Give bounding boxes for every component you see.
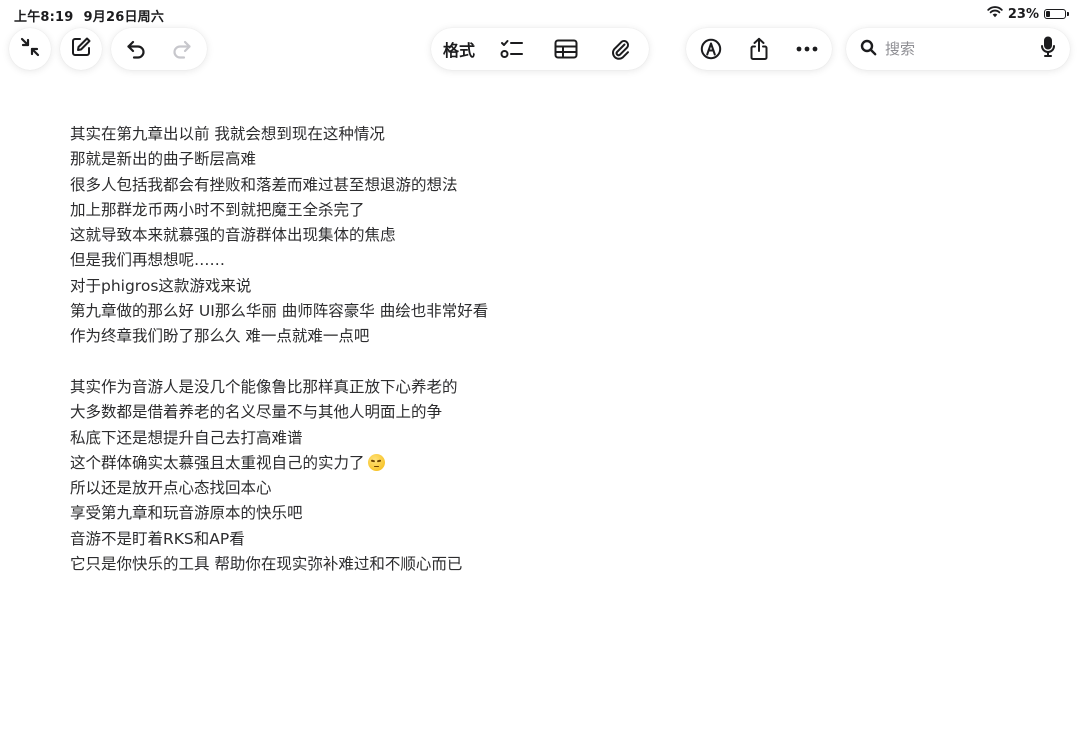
- note-line: 作为终章我们盼了那么久 难一点就难一点吧: [70, 324, 970, 349]
- undo-redo-group: [111, 28, 207, 70]
- note-line: 它只是你快乐的工具 帮助你在现实弥补难过和不顺心而已: [70, 552, 970, 577]
- actions-toolbar: [686, 28, 832, 70]
- emoji-mouth: [373, 465, 379, 468]
- note-line-text: 它只是你快乐的工具 帮助你在现实弥补难过和不顺心而已: [70, 555, 463, 574]
- note-line: 很多人包括我都会有挫败和落差而难过甚至想退游的想法: [70, 173, 970, 198]
- format-toolbar: 格式: [431, 28, 649, 70]
- markup-pen-icon: [700, 38, 722, 60]
- note-line: 对于phigros这款游戏来说: [70, 274, 970, 299]
- redo-icon: [171, 38, 193, 60]
- note-line: 那就是新出的曲子断层高难: [70, 147, 970, 172]
- more-button[interactable]: [788, 30, 826, 68]
- note-line: 其实作为音游人是没几个能像鲁比那样真正放下心养老的: [70, 375, 970, 400]
- note-line-text: 这个群体确实太慕强且太重视自己的实力了: [70, 453, 365, 472]
- table-button[interactable]: [547, 30, 585, 68]
- note-line-text: 但是我们再想想呢……: [70, 251, 226, 270]
- compose-button[interactable]: [60, 28, 102, 70]
- note-line: 这就导致本来就慕强的音游群体出现集体的焦虑: [70, 223, 970, 248]
- note-line-text: 私底下还是想提升自己去打高难谱: [70, 428, 303, 447]
- search-bar: [846, 28, 1070, 70]
- redo-button[interactable]: [163, 30, 201, 68]
- checklist-button[interactable]: [493, 30, 531, 68]
- battery-level: [1046, 11, 1050, 17]
- undo-icon: [125, 38, 147, 60]
- note-line-text: 这就导致本来就慕强的音游群体出现集体的焦虑: [70, 226, 396, 245]
- note-line: 所以还是放开点心态找回本心: [70, 476, 970, 501]
- wifi-icon: [987, 6, 1003, 22]
- attachment-button[interactable]: [601, 30, 639, 68]
- note-line-text: 加上那群龙币两小时不到就把魔王全杀完了: [70, 200, 365, 219]
- note-line: 加上那群龙币两小时不到就把魔王全杀完了: [70, 198, 970, 223]
- note-line: 大多数都是借着养老的名义尽量不与其他人明面上的争: [70, 400, 970, 425]
- note-line-text: 享受第九章和玩音游原本的快乐吧: [70, 504, 303, 523]
- note-line-text: 其实在第九章出以前 我就会想到现在这种情况: [70, 125, 385, 143]
- note-line: 音游不是盯着RKS和AP看: [70, 527, 970, 552]
- status-right: 23%: [987, 6, 1069, 22]
- note-body[interactable]: 其实在第九章出以前 我就会想到现在这种情况 那就是新出的曲子断层高难很多人包括我都…: [70, 122, 970, 577]
- format-button[interactable]: 格式: [431, 37, 481, 61]
- note-line: 私底下还是想提升自己去打高难谱: [70, 426, 970, 451]
- share-icon: [748, 37, 770, 61]
- note-line: 享受第九章和玩音游原本的快乐吧: [70, 501, 970, 526]
- compose-icon: [70, 36, 92, 62]
- more-icon: [796, 46, 818, 52]
- note-line: 其实在第九章出以前 我就会想到现在这种情况: [70, 122, 970, 147]
- status-time: 上午8:19: [14, 10, 74, 25]
- note-line-text: 所以还是放开点心态找回本心: [70, 479, 272, 498]
- paperclip-icon: [609, 38, 631, 60]
- note-line-text: 大多数都是借着养老的名义尽量不与其他人明面上的争: [70, 403, 443, 422]
- microphone-icon: [1040, 36, 1056, 62]
- note-line: 第九章做的那么好 UI那么华丽 曲师阵容豪华 曲绘也非常好看: [70, 299, 970, 324]
- table-icon: [554, 39, 578, 59]
- share-button[interactable]: [740, 30, 778, 68]
- note-line-text: 作为终章我们盼了那么久 难一点就难一点吧: [70, 327, 370, 346]
- pensive-face-emoji: [367, 453, 385, 471]
- status-date: 9月26日周六: [83, 10, 165, 25]
- note-line-text: 那就是新出的曲子断层高难: [70, 150, 257, 169]
- search-icon: [860, 39, 877, 60]
- note-line-text: 对于phigros这款游戏来说: [70, 276, 252, 295]
- note-line-text: 很多人包括我都会有挫败和落差而难过甚至想退游的想法: [70, 175, 458, 194]
- microphone-button[interactable]: [1040, 36, 1056, 62]
- markup-button[interactable]: [692, 30, 730, 68]
- collapse-button[interactable]: [9, 28, 51, 70]
- undo-button[interactable]: [117, 30, 155, 68]
- note-line: 但是我们再想想呢……: [70, 248, 970, 273]
- battery-icon: [1044, 9, 1069, 19]
- note-line: 这个群体确实太慕强且太重视自己的实力了: [70, 451, 970, 476]
- note-line-text: 其实作为音游人是没几个能像鲁比那样真正放下心养老的: [70, 377, 458, 396]
- checklist-icon: [500, 38, 524, 60]
- search-input[interactable]: [885, 40, 1032, 58]
- note-line: [70, 350, 970, 375]
- status-left: 上午8:19 9月26日周六: [14, 6, 164, 25]
- note-line-text: 第九章做的那么好 UI那么华丽 曲师阵容豪华 曲绘也非常好看: [70, 302, 489, 321]
- note-line-text: 音游不是盯着RKS和AP看: [70, 529, 245, 548]
- status-bar: 上午8:19 9月26日周六 23%: [0, 0, 1080, 30]
- collapse-arrows-icon: [19, 36, 41, 62]
- battery-percent: 23%: [1007, 6, 1039, 22]
